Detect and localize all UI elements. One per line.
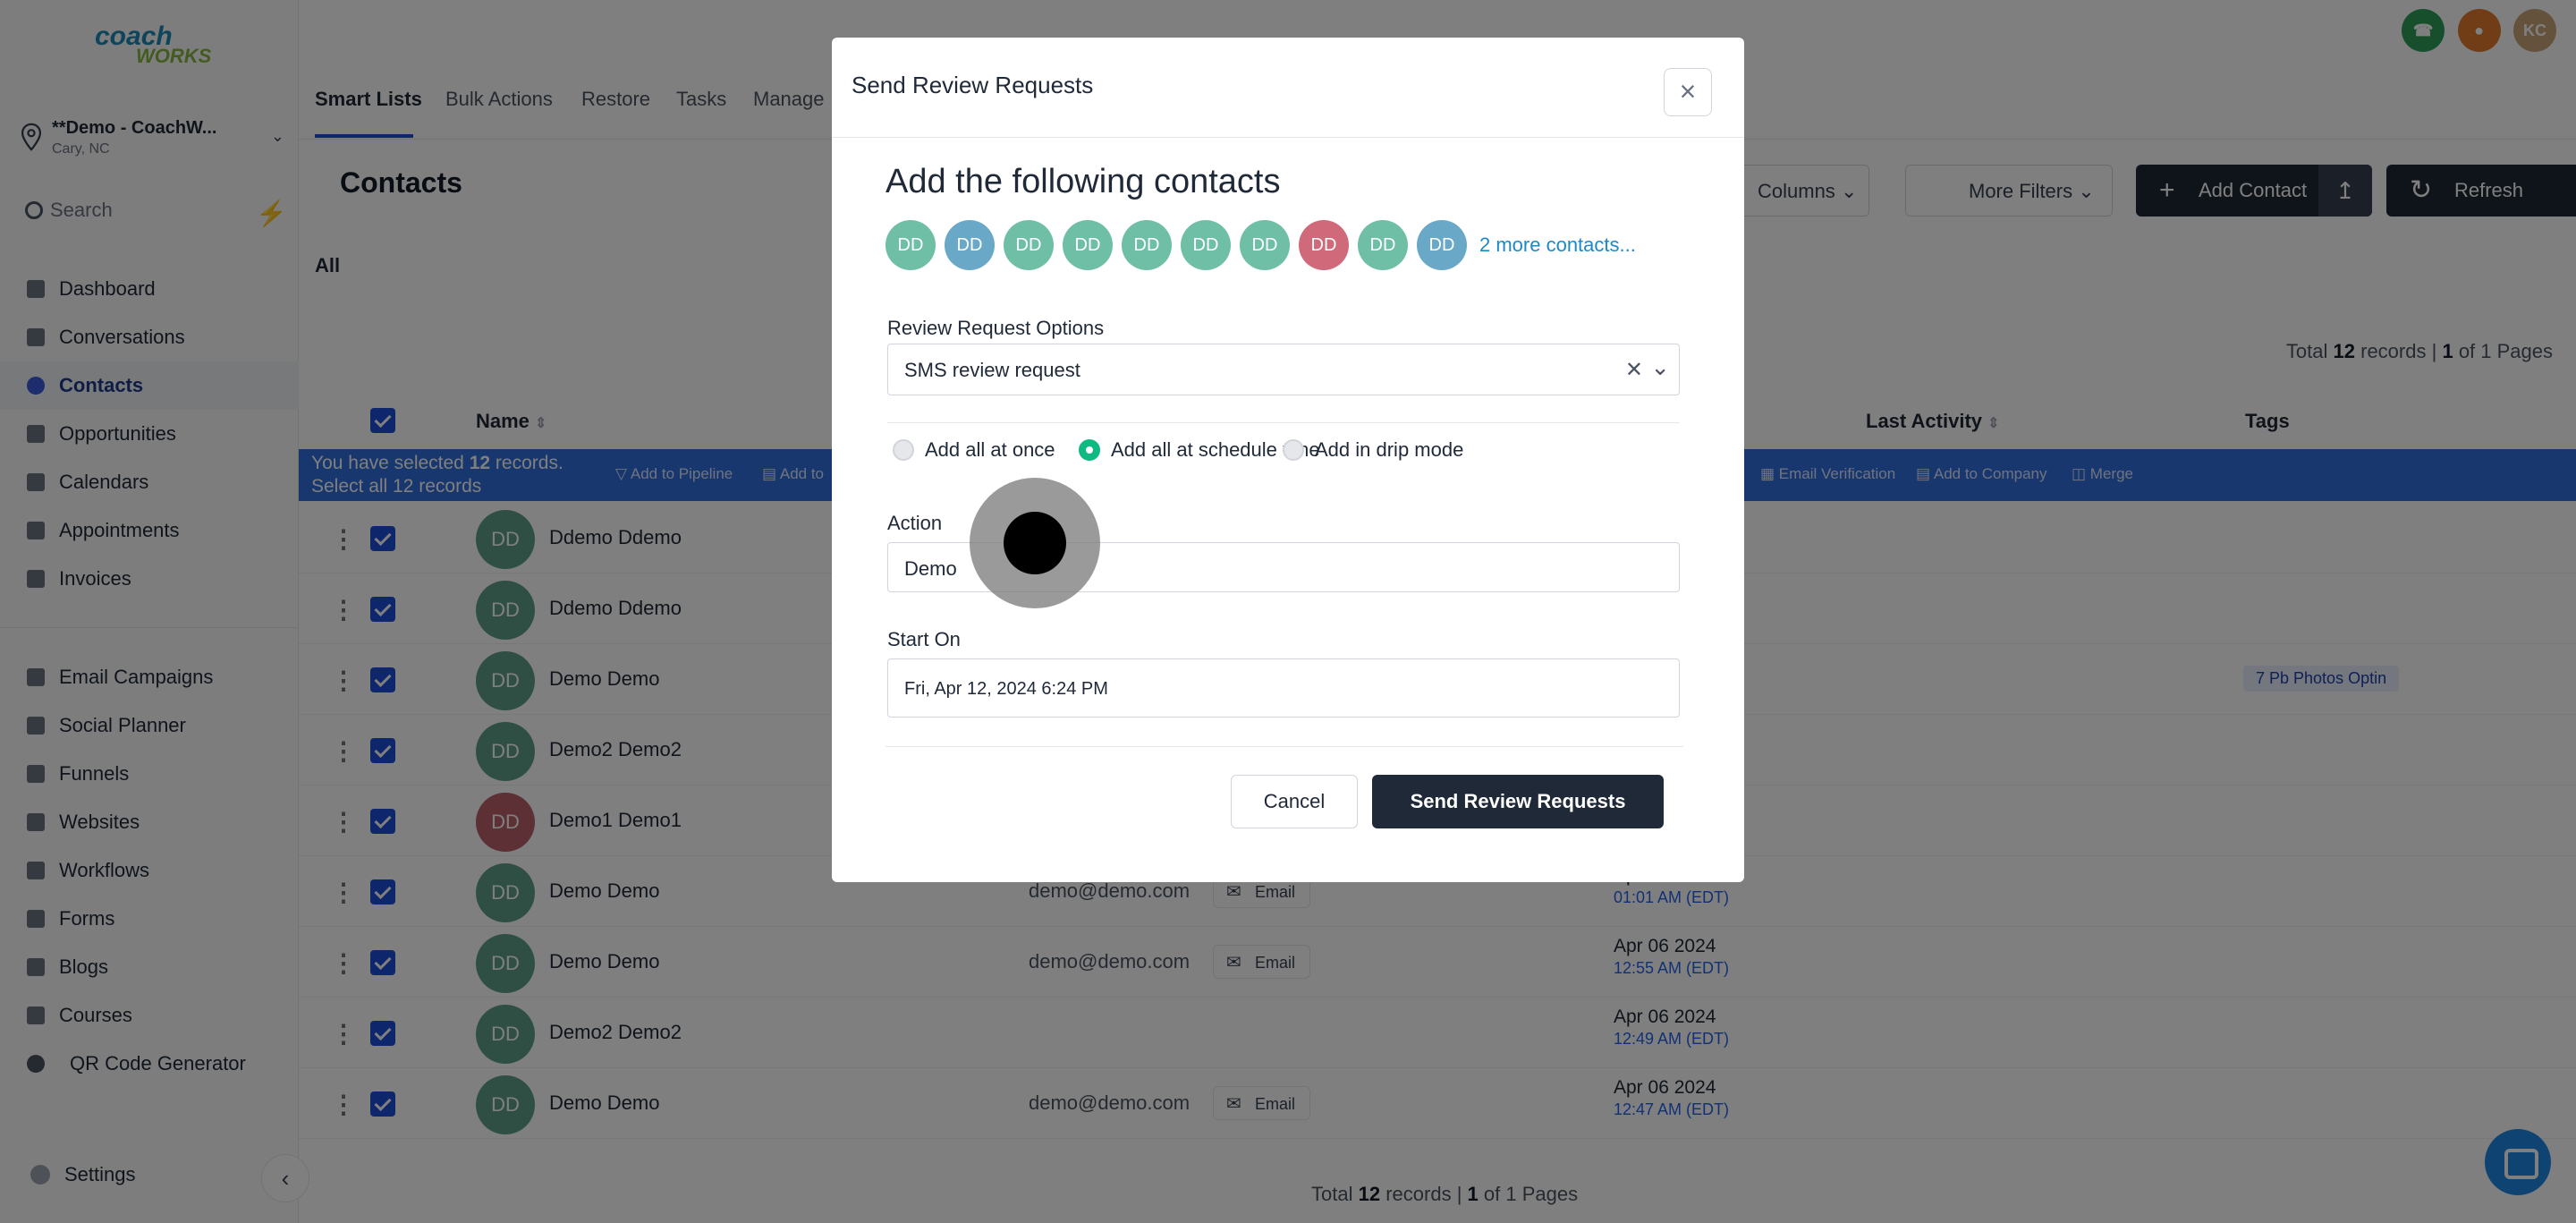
- contact-chip: DD: [1358, 220, 1408, 270]
- contact-chip: DD: [1240, 220, 1290, 270]
- review-options-select[interactable]: SMS review request ✕ ⌄: [887, 344, 1680, 395]
- start-on-datetime-input[interactable]: Fri, Apr 12, 2024 6:24 PM: [887, 658, 1680, 718]
- contact-chip: DD: [1063, 220, 1113, 270]
- divider: [886, 746, 1683, 747]
- contact-chip: DD: [1417, 220, 1467, 270]
- click-indicator-dot: [1004, 512, 1066, 574]
- close-icon[interactable]: ×: [1664, 68, 1712, 116]
- radio-label: Add in drip mode: [1315, 438, 1464, 461]
- more-contacts-link[interactable]: 2 more contacts...: [1479, 234, 1636, 257]
- radio-dot: [893, 439, 914, 461]
- modal-header: Send Review Requests ×: [832, 38, 1744, 138]
- contact-chip: DD: [945, 220, 995, 270]
- radio-add-all-at-once[interactable]: Add all at once: [893, 438, 1055, 462]
- action-label: Action: [887, 512, 943, 534]
- cancel-button[interactable]: Cancel: [1231, 775, 1358, 828]
- radio-dot-selected: [1079, 439, 1100, 461]
- chevron-down-icon: ⌄: [1650, 353, 1670, 380]
- radio-dot: [1283, 439, 1304, 461]
- contact-chip: DD: [1181, 220, 1231, 270]
- clear-icon[interactable]: ✕: [1625, 357, 1643, 383]
- action-value: Demo: [904, 557, 957, 580]
- modal-heading: Add the following contacts: [886, 163, 1281, 200]
- modal-title: Send Review Requests: [852, 72, 1094, 98]
- contact-chip: DD: [1299, 220, 1349, 270]
- contact-chip: DD: [1122, 220, 1172, 270]
- review-options-value: SMS review request: [904, 359, 1080, 381]
- contact-chip: DD: [886, 220, 936, 270]
- send-review-requests-button[interactable]: Send Review Requests: [1372, 775, 1664, 828]
- radio-add-in-drip-mode[interactable]: Add in drip mode: [1283, 438, 1463, 462]
- send-review-requests-modal: Send Review Requests × Add the following…: [832, 38, 1744, 882]
- start-on-label: Start On: [887, 628, 961, 650]
- selected-contact-chips: DD DD DD DD DD DD DD DD DD DD 2 more contacts...: [886, 220, 1636, 272]
- start-on-value: Fri, Apr 12, 2024 6:24 PM: [904, 679, 1108, 699]
- review-options-label: Review Request Options: [887, 317, 1105, 339]
- divider: [887, 422, 1680, 423]
- radio-label: Add all at once: [925, 438, 1055, 461]
- contact-chip: DD: [1004, 220, 1054, 270]
